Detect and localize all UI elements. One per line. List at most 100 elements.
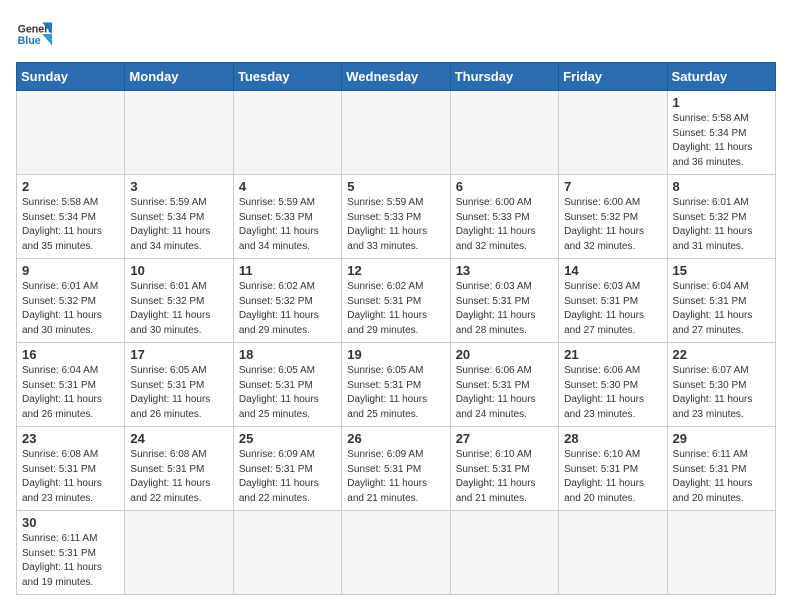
day-info: Sunrise: 6:05 AMSunset: 5:31 PMDaylight:…	[347, 364, 444, 422]
day-info: Sunrise: 5:59 AMSunset: 5:33 PMDaylight:…	[239, 196, 336, 254]
calendar-cell	[559, 91, 667, 175]
page-header: General Blue	[16, 16, 776, 52]
calendar-cell: 14 Sunrise: 6:03 AMSunset: 5:31 PMDayligh…	[559, 259, 667, 343]
calendar-cell: 29 Sunrise: 6:11 AMSunset: 5:31 PMDayligh…	[667, 427, 775, 511]
calendar-cell: 26 Sunrise: 6:09 AMSunset: 5:31 PMDayligh…	[342, 427, 450, 511]
calendar-cell	[233, 511, 341, 595]
day-info: Sunrise: 6:09 AMSunset: 5:31 PMDaylight:…	[239, 448, 336, 506]
calendar-cell	[125, 511, 233, 595]
calendar-cell	[450, 511, 558, 595]
calendar-cell	[125, 91, 233, 175]
calendar-cell: 24 Sunrise: 6:08 AMSunset: 5:31 PMDayligh…	[125, 427, 233, 511]
day-number: 9	[22, 263, 119, 278]
weekday-header-monday: Monday	[125, 63, 233, 91]
day-info: Sunrise: 6:00 AMSunset: 5:32 PMDaylight:…	[564, 196, 661, 254]
day-number: 11	[239, 263, 336, 278]
svg-text:Blue: Blue	[18, 35, 41, 47]
day-info: Sunrise: 6:01 AMSunset: 5:32 PMDaylight:…	[22, 280, 119, 338]
day-number: 6	[456, 179, 553, 194]
day-number: 18	[239, 347, 336, 362]
day-info: Sunrise: 6:04 AMSunset: 5:31 PMDaylight:…	[673, 280, 770, 338]
calendar-cell: 8 Sunrise: 6:01 AMSunset: 5:32 PMDaylight…	[667, 175, 775, 259]
day-number: 28	[564, 431, 661, 446]
calendar-cell: 17Sunrise: 6:05 AMSunset: 5:31 PMDayligh…	[125, 343, 233, 427]
calendar-table: SundayMondayTuesdayWednesdayThursdayFrid…	[16, 62, 776, 595]
calendar-cell: 5Sunrise: 5:59 AMSunset: 5:33 PMDaylight…	[342, 175, 450, 259]
calendar-cell: 13 Sunrise: 6:03 AMSunset: 5:31 PMDayligh…	[450, 259, 558, 343]
day-number: 29	[673, 431, 770, 446]
weekday-header-saturday: Saturday	[667, 63, 775, 91]
calendar-cell: 18Sunrise: 6:05 AMSunset: 5:31 PMDayligh…	[233, 343, 341, 427]
day-info: Sunrise: 6:01 AMSunset: 5:32 PMDaylight:…	[673, 196, 770, 254]
calendar-cell: 22Sunrise: 6:07 AMSunset: 5:30 PMDayligh…	[667, 343, 775, 427]
day-number: 23	[22, 431, 119, 446]
weekday-header-tuesday: Tuesday	[233, 63, 341, 91]
calendar-cell: 10 Sunrise: 6:01 AMSunset: 5:32 PMDayligh…	[125, 259, 233, 343]
day-number: 16	[22, 347, 119, 362]
calendar-cell: 1Sunrise: 5:58 AMSunset: 5:34 PMDaylight…	[667, 91, 775, 175]
day-number: 24	[130, 431, 227, 446]
day-number: 21	[564, 347, 661, 362]
calendar-cell: 11Sunrise: 6:02 AMSunset: 5:32 PMDayligh…	[233, 259, 341, 343]
day-number: 25	[239, 431, 336, 446]
calendar-cell	[17, 91, 125, 175]
calendar-cell: 3 Sunrise: 5:59 AMSunset: 5:34 PMDaylight…	[125, 175, 233, 259]
calendar-cell: 20 Sunrise: 6:06 AMSunset: 5:31 PMDayligh…	[450, 343, 558, 427]
calendar-cell: 27Sunrise: 6:10 AMSunset: 5:31 PMDayligh…	[450, 427, 558, 511]
calendar-cell: 23 Sunrise: 6:08 AMSunset: 5:31 PMDayligh…	[17, 427, 125, 511]
day-number: 1	[673, 95, 770, 110]
day-number: 19	[347, 347, 444, 362]
calendar-cell	[233, 91, 341, 175]
calendar-cell: 21 Sunrise: 6:06 AMSunset: 5:30 PMDayligh…	[559, 343, 667, 427]
day-info: Sunrise: 6:03 AMSunset: 5:31 PMDaylight:…	[564, 280, 661, 338]
calendar-cell: 4 Sunrise: 5:59 AMSunset: 5:33 PMDaylight…	[233, 175, 341, 259]
calendar-cell: 15 Sunrise: 6:04 AMSunset: 5:31 PMDayligh…	[667, 259, 775, 343]
day-info: Sunrise: 6:08 AMSunset: 5:31 PMDaylight:…	[130, 448, 227, 506]
day-info: Sunrise: 6:01 AMSunset: 5:32 PMDaylight:…	[130, 280, 227, 338]
day-number: 2	[22, 179, 119, 194]
calendar-cell: 6Sunrise: 6:00 AMSunset: 5:33 PMDaylight…	[450, 175, 558, 259]
day-info: Sunrise: 5:59 AMSunset: 5:34 PMDaylight:…	[130, 196, 227, 254]
day-number: 13	[456, 263, 553, 278]
day-info: Sunrise: 5:58 AMSunset: 5:34 PMDaylight:…	[22, 196, 119, 254]
weekday-header-wednesday: Wednesday	[342, 63, 450, 91]
calendar-cell	[342, 511, 450, 595]
day-info: Sunrise: 6:10 AMSunset: 5:31 PMDaylight:…	[564, 448, 661, 506]
day-number: 22	[673, 347, 770, 362]
day-number: 14	[564, 263, 661, 278]
calendar-cell: 25 Sunrise: 6:09 AMSunset: 5:31 PMDayligh…	[233, 427, 341, 511]
calendar-cell	[667, 511, 775, 595]
calendar-cell: 19 Sunrise: 6:05 AMSunset: 5:31 PMDayligh…	[342, 343, 450, 427]
day-number: 4	[239, 179, 336, 194]
calendar-cell: 9 Sunrise: 6:01 AMSunset: 5:32 PMDaylight…	[17, 259, 125, 343]
calendar-cell: 16 Sunrise: 6:04 AMSunset: 5:31 PMDayligh…	[17, 343, 125, 427]
day-info: Sunrise: 6:10 AMSunset: 5:31 PMDaylight:…	[456, 448, 553, 506]
day-number: 26	[347, 431, 444, 446]
calendar-cell: 30Sunrise: 6:11 AMSunset: 5:31 PMDayligh…	[17, 511, 125, 595]
calendar-cell	[450, 91, 558, 175]
day-number: 20	[456, 347, 553, 362]
day-info: Sunrise: 6:03 AMSunset: 5:31 PMDaylight:…	[456, 280, 553, 338]
day-info: Sunrise: 6:11 AMSunset: 5:31 PMDaylight:…	[673, 448, 770, 506]
calendar-cell: 7 Sunrise: 6:00 AMSunset: 5:32 PMDaylight…	[559, 175, 667, 259]
day-number: 8	[673, 179, 770, 194]
day-info: Sunrise: 6:04 AMSunset: 5:31 PMDaylight:…	[22, 364, 119, 422]
calendar-cell	[342, 91, 450, 175]
day-info: Sunrise: 6:06 AMSunset: 5:30 PMDaylight:…	[564, 364, 661, 422]
calendar-cell: 28 Sunrise: 6:10 AMSunset: 5:31 PMDayligh…	[559, 427, 667, 511]
day-info: Sunrise: 6:09 AMSunset: 5:31 PMDaylight:…	[347, 448, 444, 506]
weekday-header-thursday: Thursday	[450, 63, 558, 91]
weekday-header-friday: Friday	[559, 63, 667, 91]
day-number: 15	[673, 263, 770, 278]
day-info: Sunrise: 6:06 AMSunset: 5:31 PMDaylight:…	[456, 364, 553, 422]
day-info: Sunrise: 6:08 AMSunset: 5:31 PMDaylight:…	[22, 448, 119, 506]
day-number: 7	[564, 179, 661, 194]
day-number: 3	[130, 179, 227, 194]
calendar-cell: 12 Sunrise: 6:02 AMSunset: 5:31 PMDayligh…	[342, 259, 450, 343]
day-info: Sunrise: 6:02 AMSunset: 5:31 PMDaylight:…	[347, 280, 444, 338]
day-info: Sunrise: 6:11 AMSunset: 5:31 PMDaylight:…	[22, 532, 119, 590]
day-number: 10	[130, 263, 227, 278]
day-number: 12	[347, 263, 444, 278]
calendar-cell: 2 Sunrise: 5:58 AMSunset: 5:34 PMDaylight…	[17, 175, 125, 259]
logo: General Blue	[16, 16, 52, 52]
